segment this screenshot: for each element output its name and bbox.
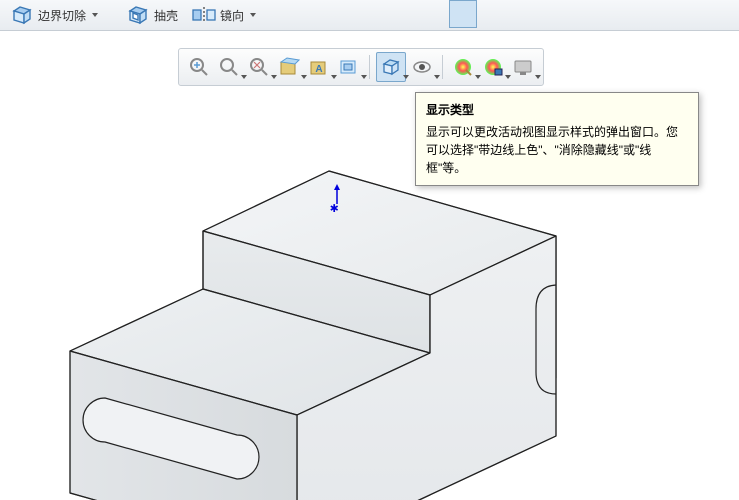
- tooltip-title: 显示类型: [426, 101, 688, 119]
- mirror-icon: [192, 3, 216, 27]
- mirror-button[interactable]: 镜向: [188, 1, 260, 29]
- display-type-tooltip: 显示类型 显示可以更改活动视图显示样式的弹出窗口。您可以选择"带边线上色"、"消…: [415, 92, 699, 186]
- apply-scene-button[interactable]: [479, 53, 507, 81]
- tooltip-body: 显示可以更改活动视图显示样式的弹出窗口。您可以选择"带边线上色"、"消除隐藏线"…: [426, 123, 688, 177]
- zoom-fit-button[interactable]: [185, 53, 213, 81]
- dropdown-icon: [535, 75, 541, 79]
- boundary-cut-label: 边界切除: [38, 7, 86, 24]
- svg-text:✱: ✱: [330, 200, 339, 216]
- ribbon-bar: 边界切除 抽壳 镜向: [0, 0, 739, 31]
- shell-label: 抽壳: [154, 7, 178, 24]
- dropdown-icon: [92, 13, 98, 17]
- section-plane-button[interactable]: A: [305, 53, 333, 81]
- svg-text:A: A: [315, 64, 322, 75]
- display-style-button[interactable]: [376, 52, 406, 82]
- dropdown-icon: [434, 75, 440, 79]
- shell-icon: [126, 3, 150, 27]
- active-tab-highlight[interactable]: [449, 0, 477, 28]
- boundary-cut-icon: [10, 3, 34, 27]
- boundary-cut-button[interactable]: 边界切除: [6, 1, 102, 29]
- separator: [369, 55, 370, 79]
- dropdown-icon: [361, 75, 367, 79]
- zoom-area-button[interactable]: [215, 53, 243, 81]
- edit-appearance-button[interactable]: [449, 53, 477, 81]
- mirror-label: 镜向: [220, 7, 244, 24]
- section-view-button[interactable]: [275, 53, 303, 81]
- shell-button[interactable]: 抽壳: [122, 1, 182, 29]
- separator: [442, 55, 443, 79]
- hide-show-button[interactable]: [408, 53, 436, 81]
- headsup-toolbar: A: [178, 48, 544, 86]
- view-settings-button[interactable]: [509, 53, 537, 81]
- previous-view-button[interactable]: [245, 53, 273, 81]
- view-orient-button[interactable]: [335, 53, 363, 81]
- dropdown-icon: [250, 13, 256, 17]
